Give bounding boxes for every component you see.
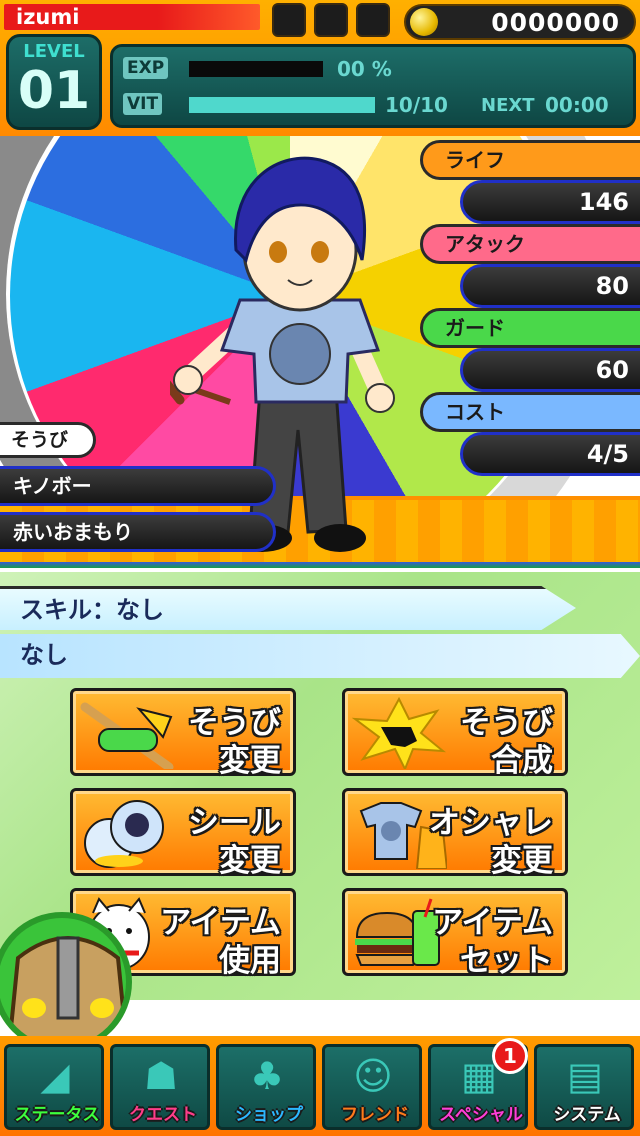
tab-status[interactable]: ◢ ステータス [4,1044,104,1130]
skill-title: スキル：なし [0,586,576,630]
item-set-label-2: セット [460,943,553,979]
tab-system[interactable]: ▤ システム [534,1044,634,1130]
fashion-change-button[interactable]: オシャレ 変更 [342,788,568,879]
cost-value: 4/5 [460,432,640,476]
shop-icon: ♣ [249,1054,285,1098]
equip-change-label-2: 変更 [219,743,281,779]
life-value: 146 [460,180,640,224]
exp-bar [189,61,323,77]
tab-shop[interactable]: ♣ ショップ [216,1044,316,1130]
item-slot[interactable] [272,3,306,37]
seal-change-button[interactable]: シール 変更 [70,788,296,879]
equipment-item-accessory[interactable]: 赤いおまもり [0,512,276,552]
equip-combine-label-2: 合成 [491,743,553,779]
status-header: izumi 0000000 ♣ 000000 LEVEL 01 EXP 00 %… [0,0,640,136]
system-icon: ▤ [567,1054,603,1098]
bat-icon [80,702,174,769]
attack-label: アタック [420,224,640,264]
next-time: 00:00 [545,93,609,117]
level-value: 01 [17,61,91,121]
skill-description: なし [0,634,640,678]
coin-icon [410,8,438,36]
exp-vit-panel: EXP 00 % VIT 10/10 NEXT 00:00 [110,44,636,128]
tab-quest-label: クエスト [129,1105,197,1125]
mascot-icon [7,936,126,1046]
coin-amount: 0000000 [491,8,620,37]
vit-value: 10/10 [385,93,448,117]
vit-bar [189,97,375,113]
equipment-item-weapon[interactable]: キノボー [0,466,276,506]
exp-label: EXP [123,57,169,79]
character-area: ライフ 146 アタック 80 ガード 60 コスト 4/5 そうび キノボー … [0,136,640,568]
tab-quest[interactable]: ☗ クエスト [110,1044,210,1130]
level-label: LEVEL [23,41,85,62]
equipment-label: そうび [0,422,96,458]
cost-label: コスト [420,392,640,432]
bottom-tab-bar: ◢ ステータス ☗ クエスト ♣ ショップ ☺ フレンド ▦ スペシャル ▤ シ… [0,1036,640,1136]
item-slot[interactable] [314,3,348,37]
vit-bar-fill [189,97,375,113]
life-label: ライフ [420,140,640,180]
level-box: LEVEL 01 [6,34,102,130]
divider-stripe [0,562,640,568]
special-notification-badge: 1 [492,1038,528,1074]
tab-shop-label: ショップ [235,1105,303,1125]
next-label: NEXT [481,95,535,116]
coin-counter: 0000000 [404,4,636,40]
friend-icon: ☺ [353,1054,393,1098]
item-set-button[interactable]: アイテム セット [342,888,568,979]
seal-change-label-2: 変更 [219,843,281,879]
quest-icon: ☗ [143,1054,179,1098]
exp-percent: 00 % [337,57,392,81]
guard-label: ガード [420,308,640,348]
fashion-change-label-2: 変更 [491,843,553,879]
item-use-label-2: 使用 [219,943,281,979]
tab-system-label: システム [553,1105,621,1125]
tab-friend-label: フレンド [341,1105,409,1125]
status-icon: ◢ [40,1054,70,1098]
player-name: izumi [16,5,80,29]
attack-value: 80 [460,264,640,308]
mascot-avatar[interactable] [0,912,132,1052]
combine-icon [351,697,447,769]
guard-value: 60 [460,348,640,392]
equip-combine-button[interactable]: そうび 合成 [342,688,568,779]
player-name-bar: izumi [4,4,260,30]
tab-special-label: スペシャル [439,1105,523,1125]
item-slot[interactable] [356,3,390,37]
seal-icon [84,800,164,868]
vit-label: VIT [123,93,163,115]
tab-friend[interactable]: ☺ フレンド [322,1044,422,1130]
equip-change-button[interactable]: そうび 変更 [70,688,296,779]
tab-status-label: ステータス [14,1105,100,1125]
